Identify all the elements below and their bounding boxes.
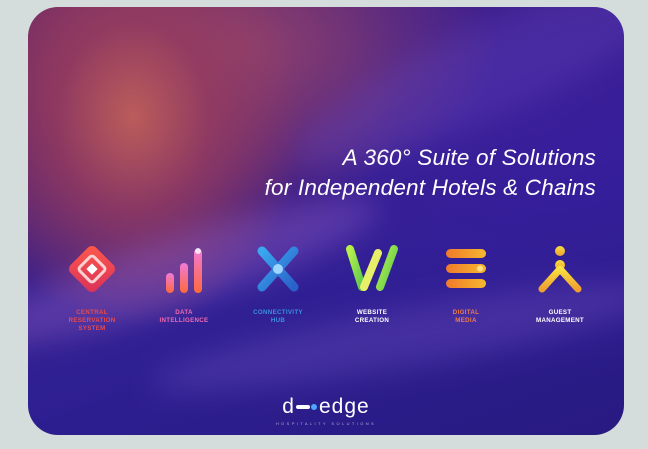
logo-dot bbox=[310, 404, 317, 411]
solution-label: WEBSITE CREATION bbox=[354, 309, 390, 324]
solution-label: DIGITAL MEDIA bbox=[452, 309, 480, 324]
solution-label: DATA INTELLIGENCE bbox=[159, 309, 209, 324]
solution-label: CENTRAL RESERVATION SYSTEM bbox=[68, 309, 116, 332]
headline: A 360° Suite of Solutions for Independen… bbox=[136, 143, 596, 203]
logo-tagline: HOSPITALITY SOLUTIONS bbox=[275, 421, 377, 426]
solution-label: GUEST MANAGEMENT bbox=[535, 309, 585, 324]
headline-line-2: for Independent Hotels & Chains bbox=[264, 175, 596, 200]
solution-connectivity: CONNECTIVITY HUB bbox=[232, 239, 324, 325]
solution-crs: CENTRAL RESERVATION SYSTEM bbox=[46, 239, 138, 333]
solution-guest-management: GUEST MANAGEMENT bbox=[514, 239, 606, 325]
logo-wordmark: d edge bbox=[28, 395, 624, 419]
logo-brand-start: d bbox=[282, 395, 295, 418]
connectivity-x-icon bbox=[257, 246, 299, 292]
solution-data-intelligence: DATA INTELLIGENCE bbox=[138, 239, 230, 325]
solution-digital-media: DIGITAL MEDIA bbox=[420, 239, 512, 325]
headline-line-1: A 360° Suite of Solutions bbox=[342, 145, 596, 170]
logo-dash bbox=[295, 405, 310, 410]
crs-diamond-icon bbox=[69, 246, 115, 292]
solutions-row: CENTRAL RESERVATION SYSTEM DATA INTELLIG… bbox=[28, 239, 624, 349]
solution-website: WEBSITE CREATION bbox=[326, 239, 418, 325]
solution-label: CONNECTIVITY HUB bbox=[253, 309, 303, 324]
d-edge-logo: d edge HOSPITALITY SOLUTIONS bbox=[28, 395, 624, 426]
bar-chart-icon bbox=[166, 248, 202, 293]
logo-brand-end: edge bbox=[318, 395, 370, 418]
guest-person-icon bbox=[538, 246, 582, 293]
website-w-icon bbox=[346, 245, 398, 291]
promo-banner: A 360° Suite of Solutions for Independen… bbox=[28, 7, 624, 435]
digital-media-bars-icon bbox=[446, 249, 486, 288]
